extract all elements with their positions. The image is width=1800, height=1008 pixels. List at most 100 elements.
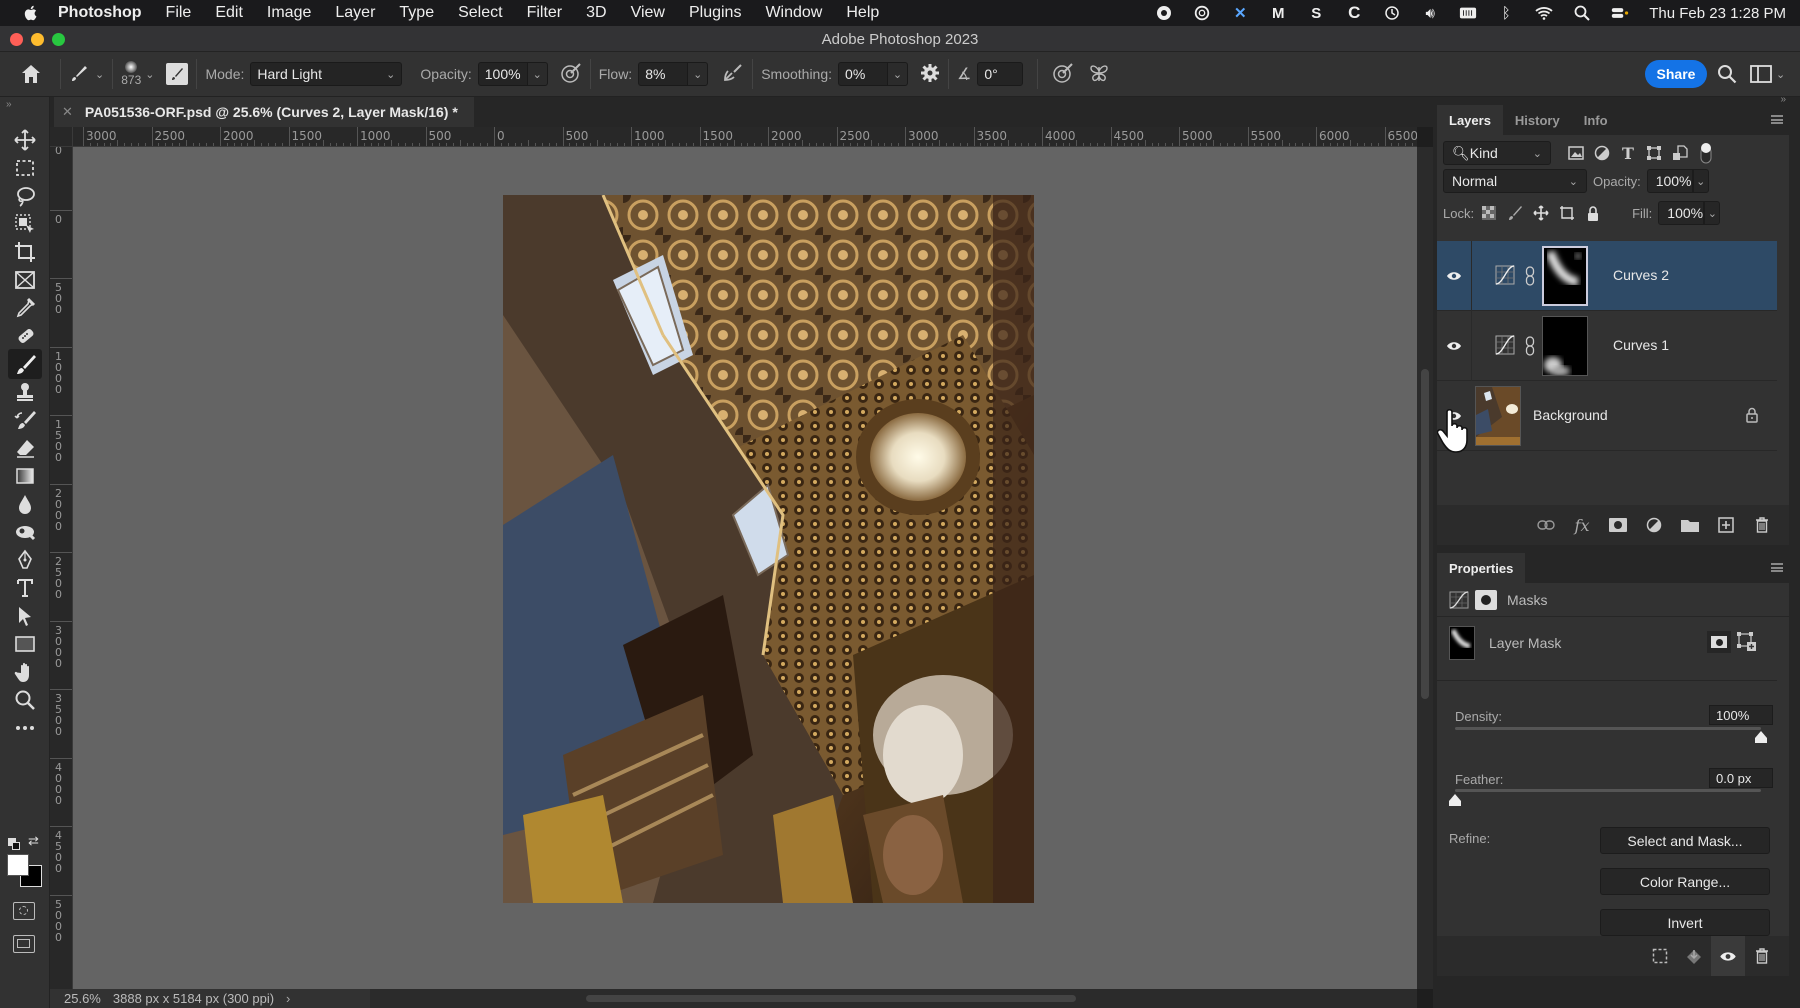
menu-window[interactable]: Window bbox=[765, 4, 822, 22]
zoom-level[interactable]: 25.6% bbox=[64, 991, 101, 1006]
object-selection-tool[interactable] bbox=[8, 209, 42, 239]
clone-stamp-tool[interactable] bbox=[8, 377, 42, 407]
smoothing-input[interactable]: 0% bbox=[838, 62, 889, 86]
flow-input[interactable]: 8% bbox=[638, 62, 689, 86]
menu-3d[interactable]: 3D bbox=[586, 4, 606, 22]
history-brush-tool[interactable] bbox=[8, 405, 42, 435]
feather-slider[interactable] bbox=[1455, 789, 1761, 792]
home-button[interactable] bbox=[10, 63, 52, 85]
dodge-tool[interactable] bbox=[8, 517, 42, 547]
close-tab-icon[interactable]: ✕ bbox=[62, 104, 73, 120]
bluetooth-icon[interactable]: ᛒ bbox=[1497, 5, 1515, 22]
screen-record-icon[interactable] bbox=[1155, 5, 1173, 21]
filter-type-layers-icon[interactable]: T bbox=[1617, 142, 1639, 164]
lock-transparent-pixels-icon[interactable] bbox=[1478, 202, 1500, 224]
invert-button[interactable]: Invert bbox=[1600, 909, 1770, 936]
link-layers-icon[interactable] bbox=[1535, 514, 1557, 536]
menu-image[interactable]: Image bbox=[267, 4, 311, 22]
tab-layers[interactable]: Layers bbox=[1437, 105, 1503, 135]
add-vector-mask-icon[interactable] bbox=[1737, 632, 1757, 652]
new-layer-icon[interactable] bbox=[1715, 514, 1737, 536]
layer-opacity-input[interactable]: 100% bbox=[1646, 169, 1693, 193]
keyboard-icon[interactable] bbox=[1459, 5, 1477, 21]
select-pixel-mask-button[interactable] bbox=[1707, 631, 1731, 653]
tab-info[interactable]: Info bbox=[1572, 105, 1620, 135]
tab-history[interactable]: History bbox=[1503, 105, 1572, 135]
filter-smart-objects-icon[interactable] bbox=[1669, 142, 1691, 164]
status-menu-chevron-icon[interactable]: › bbox=[286, 991, 290, 1006]
eyedropper-tool[interactable] bbox=[8, 293, 42, 323]
horizontal-scroll-thumb[interactable] bbox=[586, 995, 1076, 1002]
document-tab[interactable]: ✕ PA051536-ORF.psd @ 25.6% (Curves 2, La… bbox=[54, 97, 474, 127]
quick-mask-button[interactable] bbox=[13, 902, 35, 920]
menu-file[interactable]: File bbox=[166, 4, 192, 22]
filter-adjustment-layers-icon[interactable] bbox=[1591, 142, 1613, 164]
menu-type[interactable]: Type bbox=[399, 4, 434, 22]
layer-opacity-dropdown[interactable]: ⌄ bbox=[1692, 169, 1709, 193]
healing-brush-tool[interactable] bbox=[8, 321, 42, 351]
density-input[interactable]: 100% bbox=[1709, 705, 1773, 725]
crop-tool[interactable] bbox=[8, 237, 42, 267]
delete-layer-trash-icon[interactable] bbox=[1751, 514, 1773, 536]
collapse-dock-icon[interactable]: » bbox=[1780, 94, 1786, 105]
layer-row-curves-1[interactable]: Curves 1 bbox=[1437, 311, 1777, 381]
new-group-folder-icon[interactable] bbox=[1679, 514, 1701, 536]
menu-app-name[interactable]: Photoshop bbox=[58, 4, 142, 22]
volume-icon[interactable]: 🔊︎ bbox=[1421, 5, 1439, 22]
apple-menu-icon[interactable] bbox=[22, 4, 40, 22]
layer-row-curves-2[interactable]: Curves 2 bbox=[1437, 241, 1777, 311]
smoothing-options-button[interactable] bbox=[920, 63, 940, 86]
lock-image-pixels-icon[interactable] bbox=[1504, 202, 1526, 224]
layer-name[interactable]: Curves 1 bbox=[1613, 337, 1669, 353]
filter-pixel-layers-icon[interactable] bbox=[1565, 142, 1587, 164]
blend-mode-select[interactable]: Hard Light ⌄ bbox=[250, 62, 403, 86]
frame-tool[interactable] bbox=[8, 265, 42, 295]
fill-dropdown[interactable]: ⌄ bbox=[1704, 201, 1721, 225]
curves-adjustment-icon[interactable] bbox=[1495, 265, 1515, 285]
layer-blend-mode-select[interactable]: Normal ⌄ bbox=[1443, 169, 1587, 193]
add-layer-mask-icon[interactable] bbox=[1607, 514, 1629, 536]
menu-filter[interactable]: Filter bbox=[527, 4, 563, 22]
layer-name[interactable]: Curves 2 bbox=[1613, 267, 1669, 283]
opacity-input[interactable]: 100% bbox=[477, 62, 528, 86]
tab-properties[interactable]: Properties bbox=[1437, 553, 1526, 583]
density-slider[interactable] bbox=[1455, 727, 1761, 730]
curves-properties-icon[interactable] bbox=[1449, 590, 1469, 609]
swap-colors-icon[interactable]: ⇄ bbox=[28, 833, 39, 849]
search-button[interactable] bbox=[1717, 64, 1737, 87]
layer-row-background[interactable]: Background bbox=[1437, 381, 1777, 451]
menu-view[interactable]: View bbox=[631, 4, 665, 22]
collapse-panel-icon[interactable]: » bbox=[6, 99, 12, 110]
document-canvas[interactable] bbox=[73, 147, 1417, 989]
document-image[interactable] bbox=[503, 195, 1034, 903]
airbrush-toggle[interactable] bbox=[722, 62, 744, 87]
visibility-toggle[interactable] bbox=[1437, 311, 1471, 381]
type-tool[interactable] bbox=[8, 573, 42, 603]
rectangle-tool[interactable] bbox=[8, 629, 42, 659]
filter-kind-select[interactable]: 🔍︎Kind ⌄ bbox=[1443, 141, 1551, 165]
vertical-ruler[interactable]: 0 0 500 1000 1500 2000 2500 3000 3500 4000 4500 500… bbox=[50, 147, 73, 989]
lock-position-icon[interactable] bbox=[1530, 202, 1552, 224]
brush-angle-input[interactable]: 0° bbox=[977, 62, 1024, 86]
spotlight-icon[interactable] bbox=[1573, 5, 1591, 21]
pressure-size-toggle[interactable] bbox=[1052, 62, 1074, 87]
mask-link-icon[interactable] bbox=[1525, 336, 1535, 356]
control-center-icon[interactable] bbox=[1611, 5, 1629, 21]
vpn-icon[interactable]: ✕ bbox=[1231, 5, 1249, 22]
pressure-opacity-toggle[interactable] bbox=[560, 62, 582, 87]
zoom-tool[interactable] bbox=[8, 685, 42, 715]
gradient-tool[interactable] bbox=[8, 461, 42, 491]
load-selection-from-mask-icon[interactable] bbox=[1643, 936, 1677, 976]
cloudapp-icon[interactable]: C bbox=[1345, 3, 1363, 22]
path-selection-tool[interactable] bbox=[8, 601, 42, 631]
layer-style-fx-icon[interactable]: fx bbox=[1571, 514, 1593, 536]
foreground-color-swatch[interactable] bbox=[7, 854, 29, 876]
tool-preset-picker[interactable]: ⌄ bbox=[69, 64, 104, 84]
visibility-toggle[interactable] bbox=[1437, 381, 1471, 451]
feather-input[interactable]: 0.0 px bbox=[1709, 768, 1773, 788]
horizontal-ruler[interactable]: 3000 2500 2000 1500 1000 500 0 500 1000 1500 2000 2… bbox=[73, 127, 1417, 147]
lasso-tool[interactable] bbox=[8, 181, 42, 211]
visibility-toggle[interactable] bbox=[1437, 241, 1471, 311]
default-colors-button[interactable] bbox=[8, 838, 20, 850]
blur-tool[interactable] bbox=[8, 489, 42, 519]
